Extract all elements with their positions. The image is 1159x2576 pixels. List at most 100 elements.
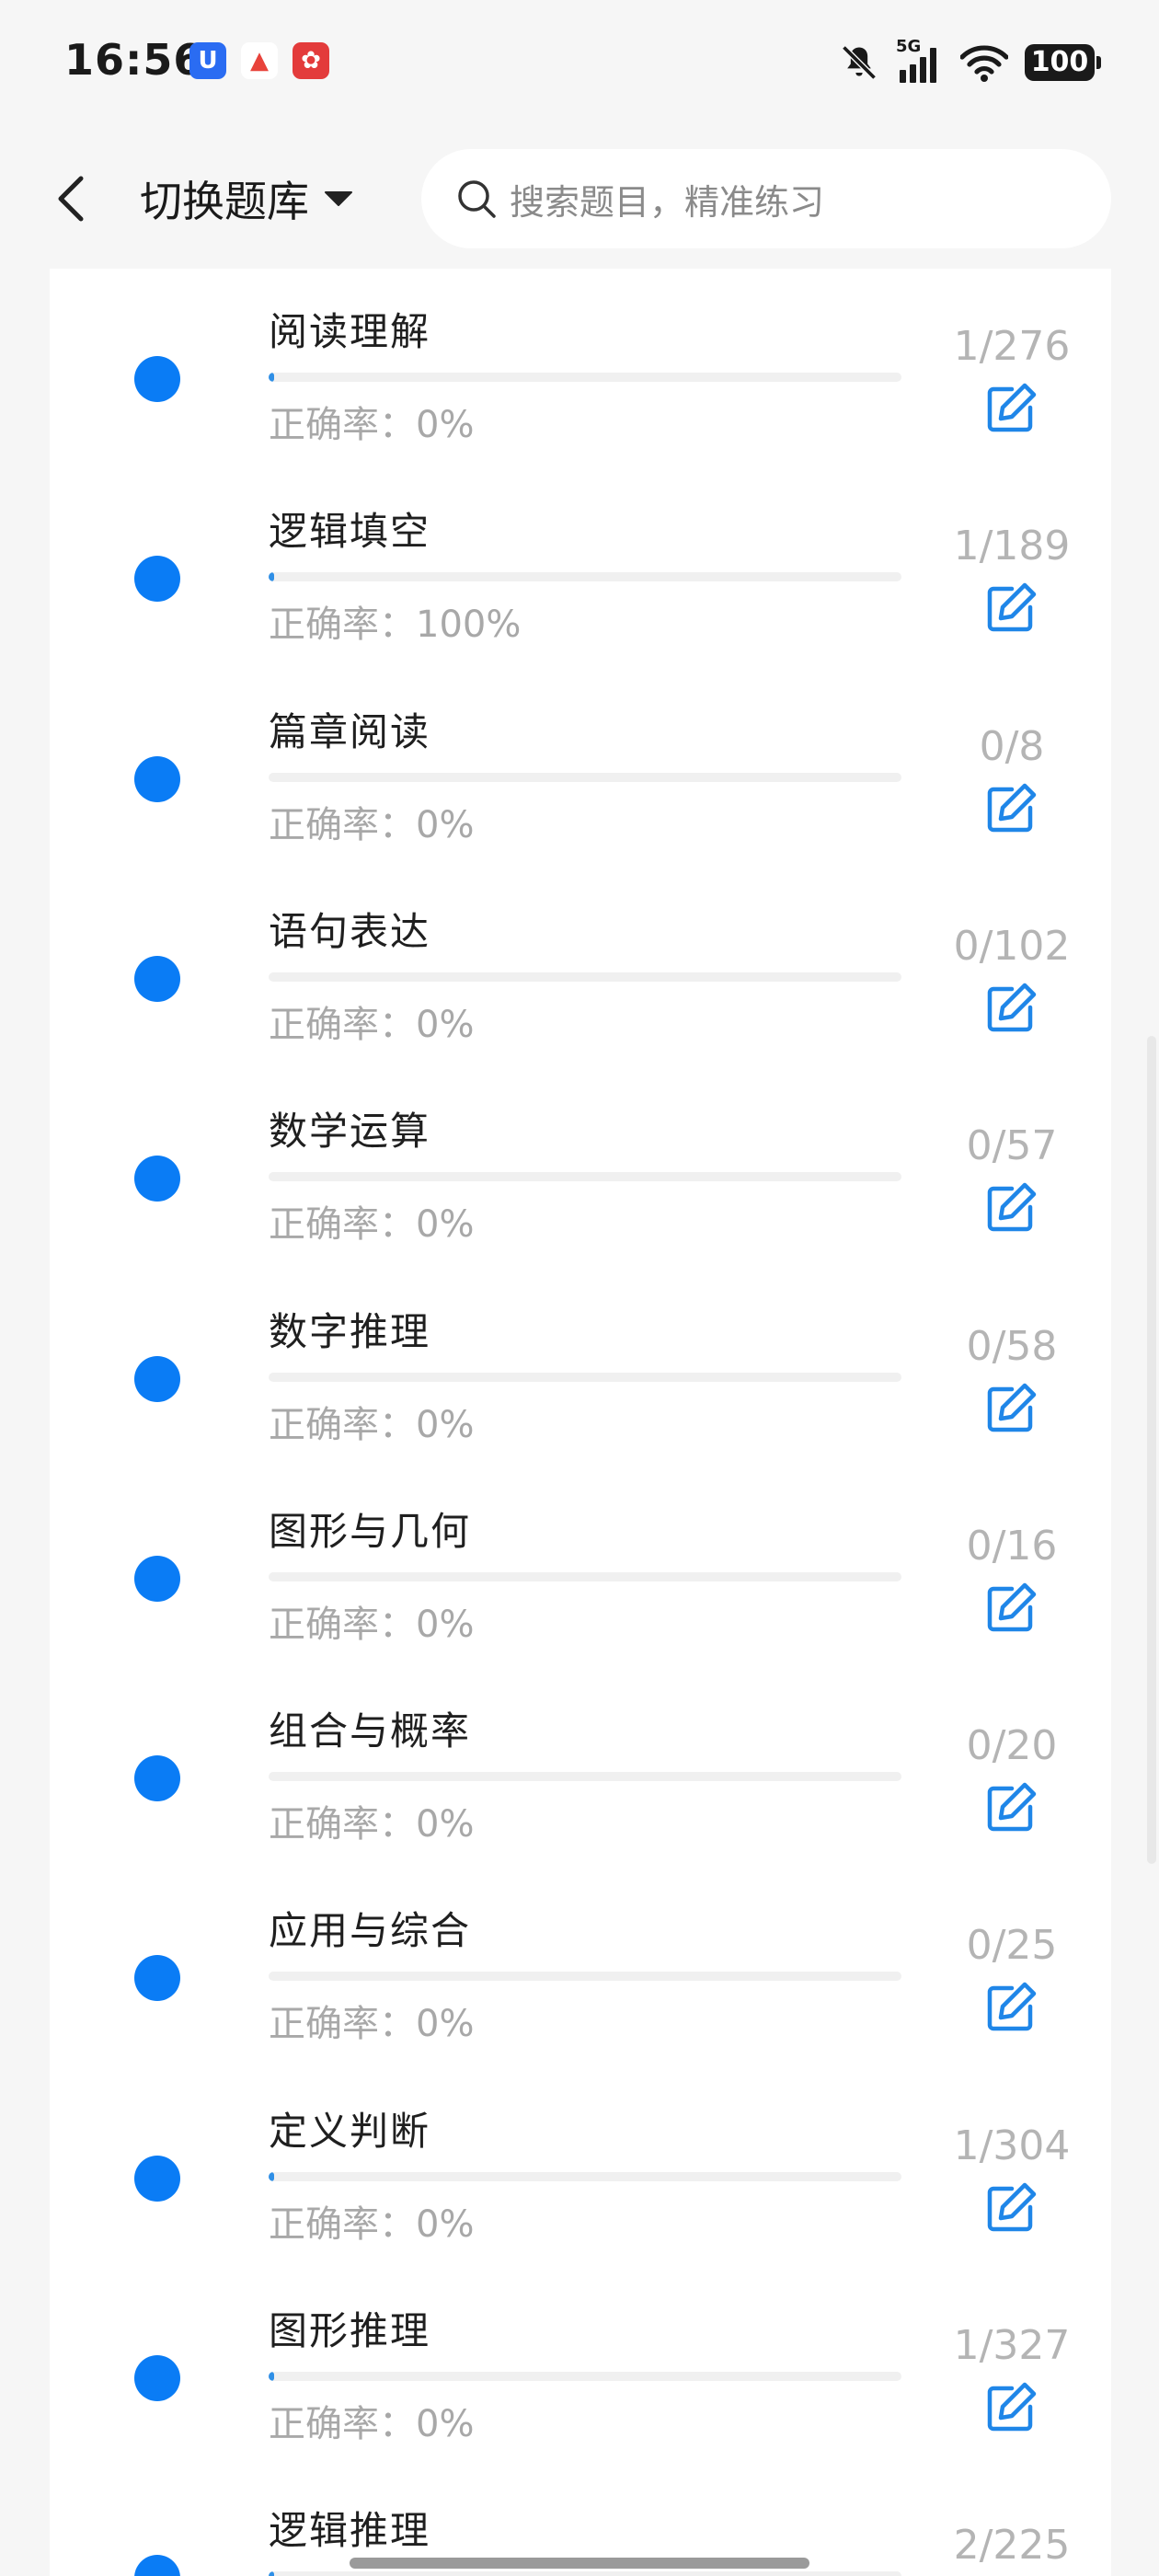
- status-dot: [134, 1755, 180, 1802]
- status-dot: [134, 1955, 180, 2002]
- progress-bar: [269, 972, 901, 982]
- progress-bar: [269, 1372, 901, 1382]
- accuracy-text: 正确率：0%: [269, 1003, 475, 1046]
- progress-fill: [269, 572, 274, 582]
- switch-question-bank-label: 切换题库: [140, 177, 309, 226]
- practice-button[interactable]: [981, 2377, 1041, 2438]
- category-row[interactable]: 组合与概率正确率：0% 0/20: [50, 1665, 1111, 1865]
- category-title: 数学运算: [269, 1109, 431, 1155]
- accuracy-text: 正确率：0%: [269, 404, 475, 446]
- edit-icon: [981, 1182, 1041, 1242]
- question-count: 0/58: [966, 1322, 1058, 1370]
- category-row[interactable]: 图形推理 正确率：0% 1/327: [50, 2265, 1111, 2465]
- accuracy-text: 正确率：0%: [269, 1803, 475, 1846]
- edit-icon: [981, 1983, 1041, 2041]
- accuracy-text: 正确率：100%: [269, 604, 522, 647]
- signal-bars-icon: [900, 48, 936, 83]
- battery-indicator: 100: [1025, 44, 1101, 81]
- caret-down-icon: [325, 191, 352, 206]
- category-row[interactable]: 数字推理正确率：0% 0/58: [50, 1266, 1111, 1466]
- progress-fill: [269, 373, 274, 382]
- accuracy-text: 正确率：0%: [269, 2403, 475, 2445]
- question-count: 0/102: [953, 922, 1071, 970]
- search-input[interactable]: 搜索题目，精准练习: [421, 149, 1111, 248]
- question-count: 0/25: [966, 1922, 1058, 1970]
- accuracy-text: 正确率：0%: [269, 2003, 475, 2046]
- practice-button[interactable]: [981, 1977, 1041, 2038]
- status-indicators: 5G 100: [839, 37, 1101, 85]
- status-dot: [134, 1555, 180, 1602]
- category-row[interactable]: 逻辑填空正确率：100% 1/189: [50, 466, 1111, 665]
- edit-icon: [981, 2182, 1041, 2242]
- progress-bar: [269, 2372, 901, 2381]
- accuracy-text: 正确率：0%: [269, 1403, 475, 1446]
- category-row[interactable]: 应用与综合正确率：0% 0/25: [50, 1865, 1111, 2064]
- accuracy-text: 正确率：0%: [269, 1603, 475, 1646]
- category-title: 语句表达: [269, 908, 431, 954]
- accuracy-text: 正确率：0%: [269, 803, 475, 846]
- progress-bar: [269, 373, 901, 382]
- practice-button[interactable]: [981, 1178, 1041, 1238]
- edit-icon: [981, 783, 1041, 843]
- switch-question-bank-dropdown[interactable]: 切换题库: [140, 166, 353, 232]
- status-dot: [134, 1156, 180, 1202]
- back-button[interactable]: [46, 166, 101, 232]
- progress-bar: [269, 1772, 901, 1782]
- cellular-signal-icon: 5G: [896, 37, 944, 85]
- category-title: 逻辑推理: [269, 2508, 431, 2554]
- practice-button[interactable]: [981, 2178, 1041, 2238]
- category-title: 逻辑填空: [269, 509, 431, 555]
- practice-button[interactable]: [981, 1378, 1041, 1439]
- question-count: 0/57: [966, 1122, 1058, 1170]
- category-title: 阅读理解: [269, 309, 431, 354]
- practice-button[interactable]: [981, 778, 1041, 839]
- notification-app-icon: U: [189, 42, 226, 79]
- edit-icon: [981, 983, 1041, 1042]
- question-count: 0/20: [966, 1722, 1058, 1770]
- edit-icon: [981, 1383, 1041, 1443]
- practice-button[interactable]: [981, 378, 1041, 439]
- practice-button[interactable]: [981, 578, 1041, 638]
- status-dot: [134, 556, 180, 603]
- question-count: 0/8: [979, 722, 1045, 770]
- wifi-icon: [960, 45, 1008, 82]
- edit-icon: [981, 383, 1041, 443]
- category-title: 组合与概率: [269, 1708, 472, 1754]
- category-row[interactable]: 数学运算 正确率：0% 0/57: [50, 1065, 1111, 1265]
- category-title: 图形与几何: [269, 1508, 472, 1554]
- progress-bar: [269, 772, 901, 782]
- edit-icon: [981, 2382, 1041, 2442]
- category-row[interactable]: 定义判断 正确率：0% 1/304: [50, 2065, 1111, 2265]
- status-dot: [134, 1355, 180, 1402]
- category-title: 应用与综合: [269, 1908, 472, 1954]
- category-row[interactable]: 篇章阅读 正确率：0% 0/8: [50, 666, 1111, 866]
- accuracy-text: 正确率：0%: [269, 2202, 475, 2246]
- practice-button[interactable]: [981, 978, 1041, 1039]
- edit-icon: [981, 1582, 1041, 1642]
- progress-fill: [269, 2372, 274, 2381]
- status-dot: [134, 2555, 180, 2576]
- search-placeholder: 搜索题目，精准练习: [510, 181, 825, 223]
- home-indicator[interactable]: [350, 2558, 809, 2569]
- question-count: 1/327: [953, 2322, 1071, 2369]
- question-count: 1/189: [953, 523, 1071, 570]
- category-title: 数字推理: [269, 1308, 431, 1354]
- progress-bar: [269, 2171, 901, 2181]
- question-count: 1/276: [953, 323, 1071, 370]
- status-dot: [134, 2155, 180, 2202]
- status-dot: [134, 356, 180, 402]
- practice-button[interactable]: [981, 1777, 1041, 1838]
- status-dot: [134, 955, 180, 1002]
- practice-button[interactable]: [981, 1578, 1041, 1639]
- category-row[interactable]: 语句表达正确率：0% 0/102: [50, 866, 1111, 1065]
- progress-fill: [269, 2571, 275, 2576]
- progress-bar: [269, 572, 901, 582]
- top-nav-bar: 切换题库 搜索题目，精准练习: [0, 129, 1159, 269]
- progress-bar: [269, 1172, 901, 1182]
- category-row[interactable]: 图形与几何 正确率：0% 0/16: [50, 1466, 1111, 1665]
- scrollbar[interactable]: [1147, 1036, 1156, 1864]
- progress-fill: [269, 2171, 274, 2181]
- status-dot: [134, 755, 180, 802]
- edit-icon: [981, 1782, 1041, 1842]
- category-row[interactable]: 阅读理解正确率：0% 1/276: [50, 269, 1111, 466]
